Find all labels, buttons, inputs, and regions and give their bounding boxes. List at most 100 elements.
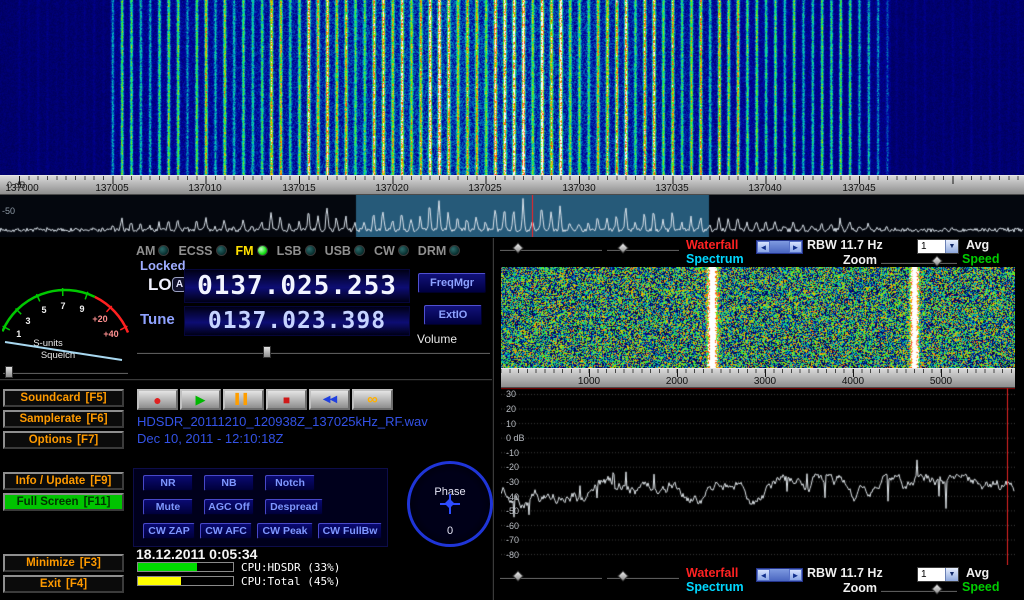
cw-peak-button[interactable]: CW Peak: [257, 523, 313, 539]
lo-frequency-display[interactable]: 0137.025.253: [184, 269, 410, 303]
mode-drm[interactable]: DRM: [418, 244, 460, 258]
agc-button[interactable]: AGC Off: [204, 499, 254, 515]
extio-button[interactable]: ExtIO: [424, 305, 482, 325]
record-button[interactable]: ●: [137, 389, 178, 410]
s-meter-tick-label: 5: [41, 305, 46, 315]
notch-button[interactable]: Notch: [265, 475, 315, 491]
minimize-button[interactable]: Minimize[F3]: [3, 554, 124, 572]
nb-button[interactable]: NB: [204, 475, 254, 491]
button-label: Options: [29, 434, 72, 446]
main-spectrum-canvas[interactable]: [0, 195, 1024, 237]
rbw-label-top: RBW 11.7 Hz: [807, 238, 883, 252]
clock-datetime: 18.12.2011 0:05:34: [136, 546, 257, 562]
pan-scrollbar-top[interactable]: ◄►: [756, 240, 803, 254]
play-icon: ▶: [196, 393, 206, 406]
tune-frequency-display[interactable]: 0137.023.398: [184, 306, 410, 336]
af-tick-label: 5000: [930, 376, 952, 387]
chevron-down-icon[interactable]: ▼: [945, 568, 958, 581]
nr-button[interactable]: NR: [143, 475, 193, 491]
mode-lsb[interactable]: LSB: [277, 244, 316, 258]
volume-slider-thumb[interactable]: [263, 346, 271, 358]
avg-select-top[interactable]: 1▼: [917, 239, 959, 254]
brightness-slider-bottom[interactable]: [607, 571, 679, 583]
mode-ecss[interactable]: ECSS: [178, 244, 226, 258]
volume-label: Volume: [417, 332, 457, 346]
af-tick-label: 4000: [842, 376, 864, 387]
button-key: [F4]: [66, 578, 87, 590]
pan-scrollbar-bottom[interactable]: ◄►: [756, 568, 803, 582]
main-spectrum-display[interactable]: -50: [0, 195, 1024, 237]
cw-afc-button[interactable]: CW AFC: [200, 523, 252, 539]
waterfall-tab-bottom[interactable]: Waterfall: [686, 566, 738, 580]
spectrum-tab-bottom[interactable]: Spectrum: [686, 580, 744, 594]
mode-label: DRM: [418, 244, 446, 258]
volume-slider[interactable]: [137, 346, 490, 358]
freq-tick-label: 137040: [748, 183, 781, 194]
locked-label: Locked: [140, 258, 186, 273]
play-button[interactable]: ▶: [180, 389, 221, 410]
pause-button[interactable]: ▌▌: [223, 389, 264, 410]
slider-track: [881, 261, 957, 264]
exit-button[interactable]: Exit[F4]: [3, 575, 124, 593]
main-waterfall-display[interactable]: [0, 0, 1024, 175]
brightness-slider-top[interactable]: [607, 243, 679, 255]
db-axis-label: 0 dB: [506, 433, 525, 443]
mode-usb[interactable]: USB: [325, 244, 365, 258]
chevron-down-icon[interactable]: ▼: [945, 240, 958, 253]
options-button[interactable]: Options [F7]: [3, 431, 124, 449]
mode-led-icon: [354, 245, 365, 256]
record-icon: ●: [153, 393, 161, 407]
mute-button[interactable]: Mute: [143, 499, 193, 515]
pan-right-icon[interactable]: ►: [789, 569, 802, 581]
s-meter-tick-label: 3: [25, 316, 30, 326]
cw-zap-button[interactable]: CW ZAP: [143, 523, 195, 539]
mode-fm[interactable]: FM: [236, 244, 268, 258]
rewind-button[interactable]: ◀◀: [309, 389, 350, 410]
fullscreen-button[interactable]: Full Screen[F11]: [3, 493, 124, 511]
cpu-hdsdr-bar: [137, 562, 234, 572]
despread-button[interactable]: Despread: [265, 499, 323, 515]
slider-thumb[interactable]: [512, 242, 523, 253]
avg-select-value: 1: [918, 240, 945, 253]
freqmgr-button[interactable]: FreqMgr: [418, 273, 486, 293]
slider-thumb[interactable]: [617, 242, 628, 253]
slider-thumb[interactable]: [512, 570, 523, 581]
contrast-slider-top[interactable]: [500, 243, 602, 255]
slider-thumb[interactable]: [617, 570, 628, 581]
button-label: Full Screen: [17, 496, 79, 508]
cpu-total-text: CPU:Total (45%): [241, 575, 340, 588]
af-waterfall-display[interactable]: [501, 267, 1015, 368]
slider-thumb[interactable]: [931, 255, 942, 266]
zoom-slider-bottom[interactable]: [881, 584, 957, 596]
pan-track[interactable]: [770, 241, 789, 253]
slider-thumb[interactable]: [931, 583, 942, 594]
af-spectrum-canvas[interactable]: [501, 388, 1015, 565]
button-key: [F3]: [80, 557, 101, 569]
mode-am[interactable]: AM: [136, 244, 169, 258]
waterfall-tab-top[interactable]: Waterfall: [686, 238, 738, 252]
pan-left-icon[interactable]: ◄: [757, 241, 770, 253]
af-spectrum-display[interactable]: 30 20 10 0 dB -10 -20 -30 -40 -50 -60 -7…: [501, 388, 1015, 565]
mode-cw[interactable]: CW: [374, 244, 409, 258]
phase-scope[interactable]: Phase 0: [407, 461, 493, 547]
spectrum-tab-top[interactable]: Spectrum: [686, 252, 744, 266]
main-frequency-scale[interactable]: 0 dB 137000 137005 137010 137015 137020 …: [0, 175, 1024, 195]
samplerate-button[interactable]: Samplerate[F6]: [3, 410, 124, 428]
loop-button[interactable]: ∞: [352, 389, 393, 410]
db-axis-label: -70: [506, 535, 519, 545]
pan-left-icon[interactable]: ◄: [757, 569, 770, 581]
af-frequency-scale[interactable]: 1000 2000 3000 4000 5000: [501, 368, 1015, 388]
squelch-slider-thumb[interactable]: [5, 366, 13, 378]
contrast-slider-bottom[interactable]: [500, 571, 602, 583]
squelch-slider[interactable]: [3, 366, 128, 378]
stop-icon: ■: [283, 394, 290, 406]
button-key: [F7]: [77, 434, 98, 446]
stop-button[interactable]: ■: [266, 389, 307, 410]
info-update-button[interactable]: Info / Update[F9]: [3, 472, 124, 490]
cw-fullbw-button[interactable]: CW FullBw: [318, 523, 382, 539]
avg-select-bottom[interactable]: 1▼: [917, 567, 959, 582]
pan-track[interactable]: [770, 569, 789, 581]
pan-right-icon[interactable]: ►: [789, 241, 802, 253]
soundcard-button[interactable]: Soundcard[F5]: [3, 389, 124, 407]
af-tick-label: 2000: [666, 376, 688, 387]
